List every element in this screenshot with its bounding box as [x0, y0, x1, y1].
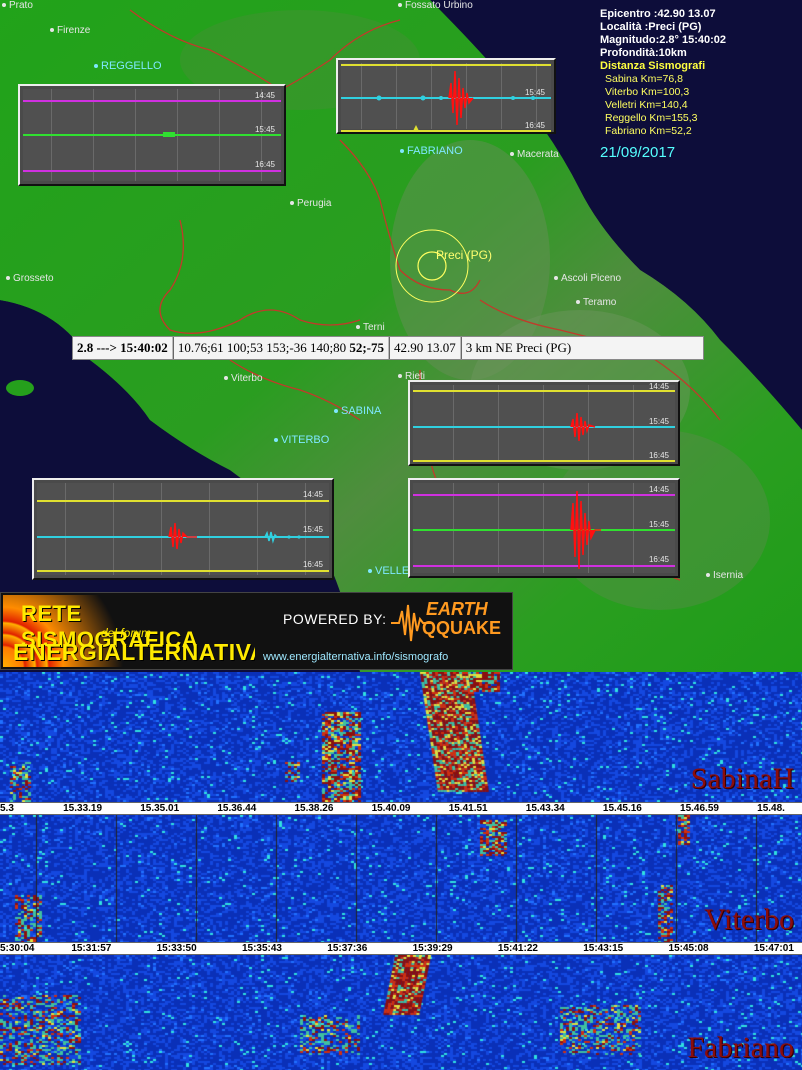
axis-tick-label: 15.41.51 — [448, 803, 488, 814]
distance-item: Reggello Km=155,3 — [605, 112, 698, 124]
town-label: Firenze — [50, 25, 90, 37]
town-label: Grosseto — [6, 273, 54, 285]
axis-tick-label: 15.38.26 — [294, 803, 334, 814]
spectrogram-station-label: Fabriano — [687, 1031, 794, 1064]
spectrogram-sabina: SabinaH — [0, 672, 802, 802]
axis-tick-label: 15:37:36 — [327, 943, 368, 954]
axis-tick-label: 15:35:43 — [241, 943, 282, 954]
axis-tick-label: 15:41:22 — [497, 943, 538, 954]
town-label: Fossato Urbino — [398, 0, 473, 12]
axis-tick-label: 5.3 — [0, 803, 14, 814]
distance-item: Viterbo Km=100,3 — [605, 86, 690, 98]
town-label: Isernia — [706, 570, 743, 582]
event-place: 3 km NE Preci (PG) — [465, 340, 572, 355]
profondita-text: Profondità:10km — [600, 47, 687, 59]
spectrogram-station-label: Viterbo — [704, 903, 794, 936]
axis-tick-label: 5:30:04 — [0, 943, 35, 954]
town-label: Prato — [2, 0, 33, 12]
distance-item: Sabina Km=76,8 — [605, 73, 683, 85]
distanza-title: Distanza Sismografi — [600, 60, 706, 72]
axis-tick-label: 15.48. — [757, 803, 785, 814]
station-label: REGGELLO — [94, 60, 162, 72]
banner-subtitle: del forum — [101, 626, 152, 640]
seismogram-panel-fabriano: 15:45 16:45 — [336, 58, 556, 134]
banner-forum-name: ENERGIALTERNATIVA — [13, 639, 255, 665]
axis-tick-label: 15.36.44 — [217, 803, 257, 814]
event-values: 10.76;61 100;53 153;-36 140;80 52;-75 — [174, 337, 391, 359]
spectrogram-time-axis: 5:30:04 15:31:57 15:33:50 15:35:43 15:37:36 1… — [0, 942, 802, 955]
banner-url[interactable]: www.energialternativa.info/sismografo — [263, 651, 448, 663]
town-label: Perugia — [290, 198, 331, 210]
seismogram-panel-velletri: 14:45 15:45 16:45 — [408, 478, 680, 578]
axis-tick-label: 15:39:29 — [412, 943, 453, 954]
station-label: FABRIANO — [400, 145, 463, 157]
axis-tick-label: 15:43:15 — [583, 943, 624, 954]
spectrogram-fabriano: Fabriano — [0, 955, 802, 1070]
earthquake-logo-top: EARTH — [426, 599, 488, 619]
epicentro-text: Epicentro :42.90 13.07 — [600, 8, 716, 20]
station-label: VITERBO — [274, 434, 329, 446]
powered-by-text: POWERED BY: — [283, 611, 387, 627]
town-label: Terni — [356, 322, 385, 334]
town-label: Teramo — [576, 297, 616, 309]
axis-tick-label: 15:47:01 — [753, 943, 794, 954]
axis-tick-label: 15:31:57 — [71, 943, 112, 954]
event-info-panel: Epicentro :42.90 13.07 Località :Preci (… — [600, 8, 800, 161]
distance-item: Velletri Km=140,4 — [605, 99, 688, 111]
spectrogram-station-label: SabinaH — [690, 762, 794, 795]
event-coords: 42.90 13.07 — [390, 337, 462, 359]
spectrogram-time-axis: 5.3 15.33.19 15.35.01 15.36.44 15.38.26 15.40… — [0, 802, 802, 815]
localita-text: Località :Preci (PG) — [600, 21, 702, 33]
axis-tick-label: 15.33.19 — [63, 803, 103, 814]
earthquake-logo-bottom: QQUAKE — [422, 618, 502, 638]
event-summary-bar: 2.8 ---> 15:40:02 10.76;61 100;53 153;-3… — [72, 336, 704, 360]
spectrogram-viterbo: Viterbo — [0, 815, 802, 942]
banner-logo-block: RETE SISMOGRAFICA del forum ENERGIALTERN… — [3, 595, 255, 667]
axis-tick-label: 15.46.59 — [680, 803, 719, 814]
axis-tick-label: 15.43.34 — [525, 803, 565, 814]
event-date: 21/09/2017 — [600, 144, 676, 161]
seismogram-panel-viterbo: 14:45 15:45 16:45 — [32, 478, 334, 580]
seismogram-panel-reggello: 14:45 15:45 16:45 — [18, 84, 286, 186]
axis-tick-label: 15.45.16 — [602, 803, 642, 814]
distance-item: Fabriano Km=52,2 — [605, 125, 692, 137]
town-label: Viterbo — [224, 373, 263, 385]
epicenter-label: Preci (PG) — [436, 248, 493, 262]
town-label: Ascoli Piceno — [554, 273, 621, 285]
axis-tick-label: 15.35.01 — [140, 803, 180, 814]
magnitudo-text: Magnitudo:2.8° 15:40:02 — [600, 34, 727, 46]
seismic-map: Prato Firenze REGGELLO Fossato Urbino FA… — [0, 0, 802, 672]
network-banner: RETE SISMOGRAFICA del forum ENERGIALTERN… — [0, 592, 513, 670]
axis-tick-label: 15:33:50 — [156, 943, 197, 954]
seismogram-panel-sabina: 14:45 15:45 16:45 — [408, 380, 680, 466]
event-mag-time: 2.8 ---> 15:40:02 — [73, 337, 174, 359]
town-label: Macerata — [510, 149, 559, 161]
axis-tick-label: 15:45:08 — [668, 943, 709, 954]
station-label: SABINA — [334, 405, 381, 417]
axis-tick-label: 15.40.09 — [371, 803, 411, 814]
